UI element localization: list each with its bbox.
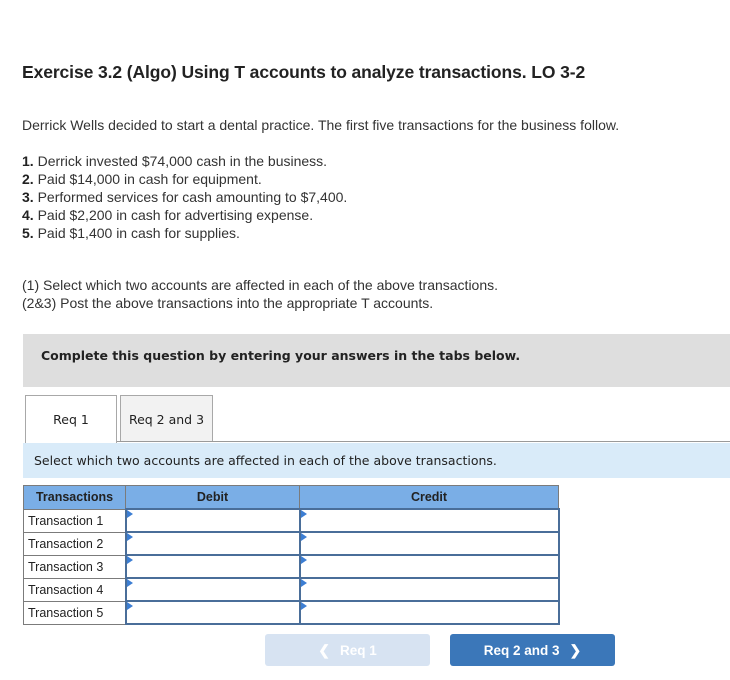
instruction-banner: Complete this question by entering your …: [23, 334, 730, 387]
credit-select[interactable]: [298, 508, 560, 533]
credit-select[interactable]: [298, 531, 560, 556]
transaction-number: 2.: [22, 171, 34, 187]
debit-select[interactable]: [124, 508, 301, 533]
transaction-number: 4.: [22, 207, 34, 223]
dropdown-indicator-icon: [300, 579, 307, 587]
prev-req-button[interactable]: ❮ Req 1: [265, 634, 430, 666]
chevron-left-icon: ❮: [318, 641, 330, 658]
exercise-title: Exercise 3.2 (Algo) Using T accounts to …: [22, 62, 586, 82]
tab-req-1[interactable]: Req 1: [25, 395, 117, 443]
prev-button-label: Req 1: [339, 642, 377, 658]
header-transactions: Transactions: [23, 485, 126, 510]
transaction-text: Derrick invested $74,000 cash in the bus…: [37, 153, 328, 169]
dropdown-indicator-icon: [300, 602, 307, 610]
table-row: Transaction 1: [23, 508, 560, 533]
banner-text: Complete this question by entering your …: [41, 348, 521, 363]
transaction-label: Transaction 1: [23, 508, 126, 533]
dropdown-indicator-icon: [126, 510, 133, 518]
intro-text: Derrick Wells decided to start a dental …: [22, 117, 620, 133]
credit-select[interactable]: [298, 554, 560, 579]
transaction-number: 5.: [22, 225, 34, 241]
credit-select[interactable]: [298, 577, 560, 602]
header-credit: Credit: [299, 485, 559, 510]
transaction-text: Paid $1,400 in cash for supplies.: [37, 225, 240, 241]
dropdown-indicator-icon: [126, 556, 133, 564]
instruction-line: (2&3) Post the above transactions into t…: [22, 295, 434, 311]
credit-select[interactable]: [298, 600, 560, 625]
transaction-text: Performed services for cash amounting to…: [37, 189, 348, 205]
transaction-label: Transaction 4: [23, 577, 126, 602]
table-row: Transaction 5: [23, 600, 560, 625]
transaction-list: 1. Derrick invested $74,000 cash in the …: [22, 152, 347, 242]
transaction-item: 1. Derrick invested $74,000 cash in the …: [22, 152, 347, 170]
header-debit: Debit: [125, 485, 300, 510]
transaction-item: 4. Paid $2,200 in cash for advertising e…: [22, 206, 347, 224]
dropdown-indicator-icon: [300, 556, 307, 564]
transaction-label: Transaction 3: [23, 554, 126, 579]
tab-divider: [117, 441, 730, 442]
transaction-item: 3. Performed services for cash amounting…: [22, 188, 347, 206]
dropdown-indicator-icon: [300, 510, 307, 518]
table-row: Transaction 3: [23, 554, 560, 579]
next-button-label: Req 2 and 3: [483, 642, 560, 658]
dropdown-indicator-icon: [300, 533, 307, 541]
debit-select[interactable]: [124, 577, 301, 602]
transaction-item: 2. Paid $14,000 in cash for equipment.: [22, 170, 347, 188]
transaction-number: 3.: [22, 189, 34, 205]
debit-select[interactable]: [124, 600, 301, 625]
next-req-button[interactable]: Req 2 and 3 ❯: [450, 634, 615, 666]
dropdown-indicator-icon: [126, 602, 133, 610]
accounts-table: Transactions Debit Credit Transaction 1 …: [23, 485, 560, 625]
debit-select[interactable]: [124, 554, 301, 579]
transaction-text: Paid $2,200 in cash for advertising expe…: [37, 207, 314, 223]
transaction-text: Paid $14,000 in cash for equipment.: [37, 171, 262, 187]
table-header-row: Transactions Debit Credit: [23, 485, 559, 510]
debit-select[interactable]: [124, 531, 301, 556]
transaction-item: 5. Paid $1,400 in cash for supplies.: [22, 224, 347, 242]
dropdown-indicator-icon: [126, 533, 133, 541]
transaction-number: 1.: [22, 153, 34, 169]
table-row: Transaction 2: [23, 531, 560, 556]
chevron-right-icon: ❯: [569, 641, 582, 658]
instruction-line: (1) Select which two accounts are affect…: [22, 277, 499, 293]
tab-instruction-text: Select which two accounts are affected i…: [34, 453, 497, 468]
table-row: Transaction 4: [23, 577, 560, 602]
tab-req-2-and-3[interactable]: Req 2 and 3: [120, 395, 213, 442]
transaction-label: Transaction 2: [23, 531, 126, 556]
transaction-label: Transaction 5: [23, 600, 126, 625]
instructions: (1) Select which two accounts are affect…: [22, 276, 498, 312]
tab-instruction-band: Select which two accounts are affected i…: [23, 443, 730, 478]
dropdown-indicator-icon: [126, 579, 133, 587]
